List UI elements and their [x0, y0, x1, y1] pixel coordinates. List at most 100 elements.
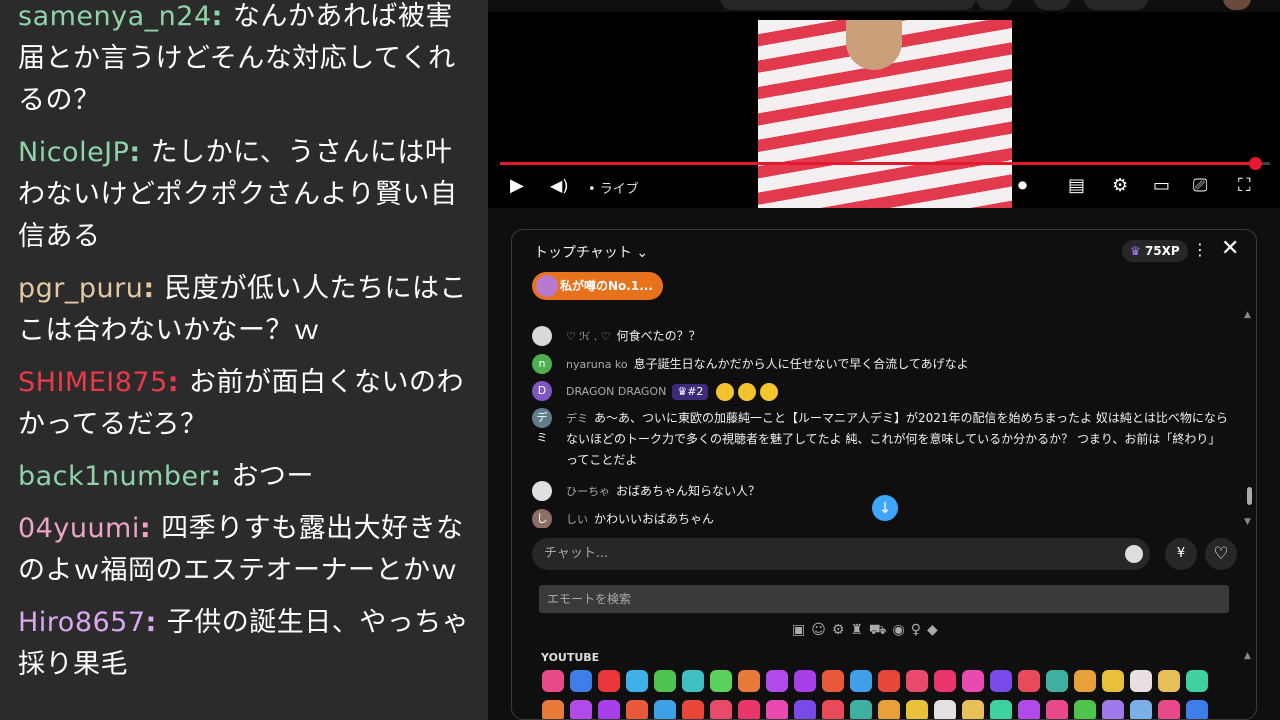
emoji-icon[interactable] — [1125, 545, 1143, 563]
scroll-to-bottom-button[interactable]: ↓ — [872, 495, 898, 521]
emote-icon[interactable] — [766, 670, 788, 692]
emote-scroll-up-icon[interactable]: ▲ — [1244, 651, 1251, 661]
chat-author-name[interactable]: DRAGON DRAGON — [566, 385, 666, 398]
emote-icon[interactable] — [878, 670, 900, 692]
chat-avatar[interactable]: しい — [532, 509, 552, 528]
search-button[interactable] — [976, 0, 1012, 10]
chat-avatar[interactable] — [532, 481, 552, 501]
scroll-up-arrow-icon[interactable]: ▲ — [1244, 310, 1251, 320]
chat-mode-dropdown[interactable]: トップチャット ⌄ — [534, 242, 648, 262]
emote-icon[interactable] — [794, 700, 816, 719]
autoplay-toggle-icon[interactable]: ⏺ — [1018, 176, 1027, 196]
chat-input[interactable]: チャット... — [532, 538, 1150, 570]
emote-icon[interactable] — [1074, 700, 1096, 719]
emote-icon[interactable] — [1018, 700, 1040, 719]
pinned-banner[interactable]: 私が噂のNo.1... — [532, 272, 663, 300]
emote-icon[interactable] — [1046, 700, 1068, 719]
emote-icon[interactable] — [542, 700, 564, 719]
emote-icon[interactable] — [1186, 670, 1208, 692]
emote-icon[interactable] — [1102, 700, 1124, 719]
emote-icon[interactable] — [682, 700, 704, 719]
emote-icon[interactable] — [1130, 700, 1152, 719]
video-frame — [758, 20, 1012, 208]
play-icon[interactable]: ▶ — [510, 176, 524, 196]
emote-icon[interactable] — [1074, 670, 1096, 692]
emote-icon[interactable] — [626, 670, 648, 692]
emote-icon[interactable] — [654, 670, 676, 692]
emote-icon[interactable] — [990, 670, 1012, 692]
emote-icon[interactable] — [542, 670, 564, 692]
progress-bar[interactable] — [500, 157, 1270, 170]
emote-icon[interactable] — [906, 700, 928, 719]
more-options-icon[interactable]: ⋮ — [1192, 240, 1208, 259]
emote-icon[interactable] — [1186, 700, 1208, 719]
chat-author-name[interactable]: ひーちゃ — [566, 485, 610, 498]
chat-avatar[interactable]: D — [532, 381, 552, 401]
emote-icon[interactable] — [766, 700, 788, 719]
emote-icon[interactable] — [850, 700, 872, 719]
overlay-chat-message: Hiro8657: 子供の誕生日、やっちゃ採り果毛 — [18, 602, 470, 686]
emote-icon[interactable] — [990, 700, 1012, 719]
chat-author-name[interactable]: nyaruna ko — [566, 358, 628, 371]
xp-badge[interactable]: ♛ 75XP — [1122, 240, 1188, 262]
subtitles-icon[interactable]: ▤ — [1068, 176, 1085, 196]
chat-scrollbar[interactable] — [1247, 487, 1252, 505]
emote-icon[interactable] — [626, 700, 648, 719]
close-icon[interactable]: ✕ — [1221, 236, 1239, 261]
chat-title: トップチャット — [534, 245, 632, 261]
super-chat-button[interactable]: ¥ — [1165, 538, 1197, 570]
progress-scrubber[interactable] — [1248, 157, 1262, 170]
emote-icon[interactable] — [598, 700, 620, 719]
emote-icon[interactable] — [682, 670, 704, 692]
mic-button[interactable] — [1034, 0, 1070, 10]
emote-icon[interactable] — [906, 670, 928, 692]
emote-icon[interactable] — [822, 670, 844, 692]
emote-icon[interactable] — [710, 670, 732, 692]
emote-icon[interactable] — [1158, 670, 1180, 692]
settings-gear-icon[interactable]: ⚙ — [1112, 176, 1128, 196]
emote-search-input[interactable]: エモートを検索 — [539, 585, 1229, 613]
emote-icon[interactable] — [1130, 670, 1152, 692]
emote-icon[interactable] — [878, 700, 900, 719]
emote-icon[interactable] — [1158, 700, 1180, 719]
chat-message-body: nyaruna ko 息子誕生日なんかだから人に任せないで早く合流してあげなよ — [566, 354, 1232, 375]
chat-author-name[interactable]: デミ — [566, 412, 588, 425]
emote-icon[interactable] — [1102, 670, 1124, 692]
emote-icon[interactable] — [710, 700, 732, 719]
chat-message-text: あ〜あ、ついに東欧の加藤純一こと【ルーマニア人デミ】が2021年の配信を始めちま… — [566, 411, 1228, 467]
emote-icon[interactable] — [1046, 670, 1068, 692]
youtube-live-page: ▶ ◀) • ライブ ⏺ ▤ ⚙ ▭ ⎚ ⛶ トップチャット ⌄ ♛ 75XP … — [488, 0, 1280, 720]
chat-author-name[interactable]: ♡ ℋ . ♡ — [566, 330, 611, 343]
theater-mode-icon[interactable]: ▭ — [1153, 176, 1170, 196]
chat-author-name[interactable]: しい — [566, 513, 588, 526]
emote-icon[interactable] — [962, 700, 984, 719]
emote-icon[interactable] — [570, 700, 592, 719]
emote-icon[interactable] — [654, 700, 676, 719]
video-player[interactable]: ▶ ◀) • ライブ ⏺ ▤ ⚙ ▭ ⎚ ⛶ — [488, 12, 1280, 208]
emote-icon[interactable] — [850, 670, 872, 692]
chat-avatar[interactable]: n — [532, 354, 552, 374]
scroll-down-arrow-icon[interactable]: ▼ — [1244, 517, 1251, 527]
create-button[interactable] — [1084, 0, 1148, 10]
search-bar[interactable] — [720, 0, 976, 10]
heart-icon[interactable]: ♡ — [1205, 538, 1237, 570]
account-avatar[interactable] — [1223, 0, 1251, 10]
emote-icon[interactable] — [738, 700, 760, 719]
emote-icon[interactable] — [738, 670, 760, 692]
emote-icon[interactable] — [794, 670, 816, 692]
emote-icon[interactable] — [598, 670, 620, 692]
emote-icon[interactable] — [1018, 670, 1040, 692]
overlay-chat-message: 04yuumi: 四季りすも露出大好きなのよｗ福岡のエステオーナーとかｗ — [18, 508, 470, 592]
emote-icon[interactable] — [962, 670, 984, 692]
emote-category-icons[interactable]: ▣☺⚙♜⛟◉♀◆ — [792, 622, 944, 640]
volume-icon[interactable]: ◀) — [550, 176, 569, 196]
emote-icon[interactable] — [934, 700, 956, 719]
chat-avatar[interactable]: デミ — [532, 408, 552, 444]
emote-icon[interactable] — [822, 700, 844, 719]
emote-icon[interactable] — [570, 670, 592, 692]
cast-icon[interactable]: ⎚ — [1193, 176, 1207, 196]
emote-icon[interactable] — [934, 670, 956, 692]
fullscreen-icon[interactable]: ⛶ — [1238, 176, 1251, 196]
overlay-chat-username: 04yuumi — [18, 513, 140, 544]
chat-avatar[interactable] — [532, 326, 552, 346]
